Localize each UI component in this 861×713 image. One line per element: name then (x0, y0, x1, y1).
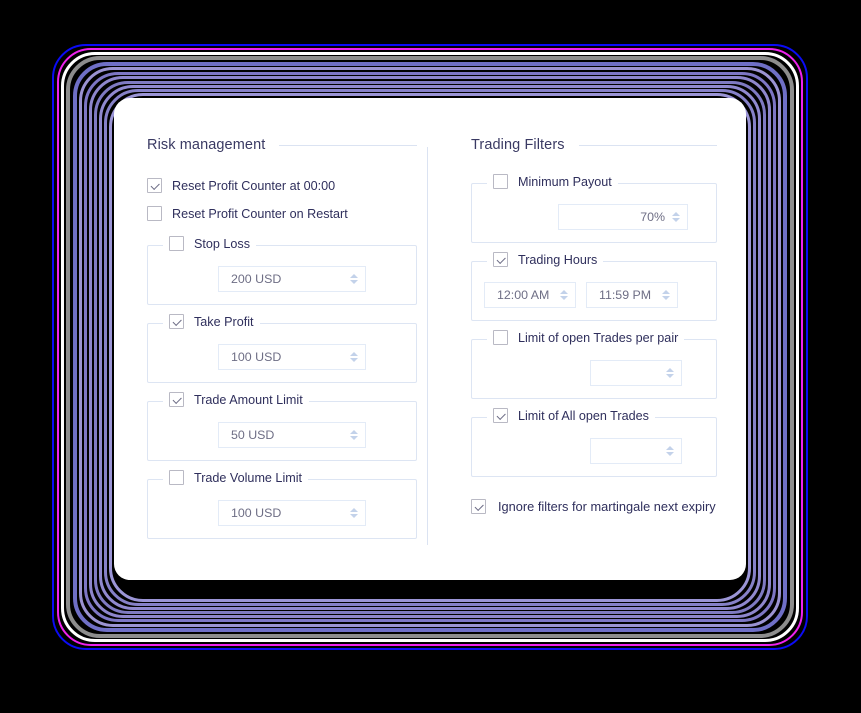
trading-hours-frame: 12:00 AM 11:59 PM (471, 261, 717, 321)
trade-amount-limit-spinbox[interactable]: 50 USD (218, 422, 366, 448)
reset-profit-counter-midnight-checkbox[interactable] (147, 178, 162, 193)
take-profit-value: 100 USD (231, 350, 282, 364)
minimum-payout-legend[interactable]: Minimum Payout (487, 174, 618, 189)
trade-volume-limit-checkbox[interactable] (169, 470, 184, 485)
stop-loss-checkbox[interactable] (169, 236, 184, 251)
take-profit-group: 100 USD Take Profit (147, 314, 417, 383)
trade-amount-limit-label: Trade Amount Limit (194, 392, 303, 407)
trading-hours-legend[interactable]: Trading Hours (487, 252, 604, 267)
stop-loss-group: 200 USD Stop Loss (147, 236, 417, 305)
trading-filters-header: Trading Filters (471, 132, 717, 158)
spinner-arrows-icon[interactable] (666, 446, 674, 456)
ignore-filters-row[interactable]: Ignore filters for martingale next expir… (471, 499, 717, 514)
reset-profit-counter-restart-checkbox[interactable] (147, 206, 162, 221)
spinner-arrows-icon[interactable] (350, 430, 358, 440)
stop-loss-legend[interactable]: Stop Loss (163, 236, 257, 251)
limit-per-pair-group: Limit of open Trades per pair (471, 330, 717, 399)
trading-hours-checkbox[interactable] (493, 252, 508, 267)
spinner-arrows-icon[interactable] (350, 352, 358, 362)
column-divider (427, 147, 428, 545)
limit-all-group: Limit of All open Trades (471, 408, 717, 477)
limit-all-label: Limit of All open Trades (518, 408, 649, 423)
trading-hours-to-spinbox[interactable]: 11:59 PM (586, 282, 678, 308)
trade-volume-limit-spinbox[interactable]: 100 USD (218, 500, 366, 526)
limit-all-spinbox[interactable] (590, 438, 682, 464)
take-profit-checkbox[interactable] (169, 314, 184, 329)
limit-all-legend[interactable]: Limit of All open Trades (487, 408, 655, 423)
take-profit-label: Take Profit (194, 314, 254, 329)
trade-volume-limit-group: 100 USD Trade Volume Limit (147, 470, 417, 539)
ignore-filters-checkbox[interactable] (471, 499, 486, 514)
minimum-payout-checkbox[interactable] (493, 174, 508, 189)
minimum-payout-label: Minimum Payout (518, 174, 612, 189)
spinner-arrows-icon[interactable] (350, 274, 358, 284)
stop-loss-value: 200 USD (231, 272, 282, 286)
risk-toggle-list: Reset Profit Counter at 00:00 Reset Prof… (147, 178, 417, 221)
spinner-arrows-icon[interactable] (350, 508, 358, 518)
trade-amount-limit-frame: 50 USD (147, 401, 417, 461)
take-profit-spinbox[interactable]: 100 USD (218, 344, 366, 370)
stop-loss-frame: 200 USD (147, 245, 417, 305)
minimum-payout-spinbox[interactable]: 70% (558, 204, 688, 230)
reset-profit-counter-restart-label: Reset Profit Counter on Restart (172, 206, 348, 221)
trading-filters-column: Trading Filters 70% Minimum Payout 12:00… (471, 132, 717, 514)
take-profit-frame: 100 USD (147, 323, 417, 383)
spinner-arrows-icon[interactable] (662, 290, 670, 300)
minimum-payout-value: 70% (640, 210, 665, 224)
take-profit-legend[interactable]: Take Profit (163, 314, 260, 329)
trade-amount-limit-legend[interactable]: Trade Amount Limit (163, 392, 309, 407)
reset-profit-counter-midnight-row[interactable]: Reset Profit Counter at 00:00 (147, 178, 417, 193)
limit-per-pair-label: Limit of open Trades per pair (518, 330, 679, 345)
limit-per-pair-spinbox[interactable] (590, 360, 682, 386)
minimum-payout-group: 70% Minimum Payout (471, 174, 717, 243)
header-rule (279, 144, 417, 146)
trade-volume-limit-value: 100 USD (231, 506, 282, 520)
limit-per-pair-legend[interactable]: Limit of open Trades per pair (487, 330, 685, 345)
trading-hours-from-value: 12:00 AM (497, 288, 550, 302)
trading-hours-row: 12:00 AM 11:59 PM (484, 282, 704, 308)
spinner-arrows-icon[interactable] (666, 368, 674, 378)
spinner-arrows-icon[interactable] (560, 290, 568, 300)
stop-loss-spinbox[interactable]: 200 USD (218, 266, 366, 292)
limit-per-pair-frame (471, 339, 717, 399)
trade-volume-limit-legend[interactable]: Trade Volume Limit (163, 470, 309, 485)
app-background: Risk management Reset Profit Counter at … (0, 0, 861, 713)
trade-amount-limit-group: 50 USD Trade Amount Limit (147, 392, 417, 461)
limit-all-checkbox[interactable] (493, 408, 508, 423)
risk-management-header: Risk management (147, 132, 417, 158)
trade-volume-limit-frame: 100 USD (147, 479, 417, 539)
limit-per-pair-checkbox[interactable] (493, 330, 508, 345)
header-rule (578, 144, 717, 146)
trading-hours-label: Trading Hours (518, 252, 598, 267)
minimum-payout-frame: 70% (471, 183, 717, 243)
risk-management-column: Risk management Reset Profit Counter at … (147, 132, 417, 539)
trading-hours-group: 12:00 AM 11:59 PM Trading Hours (471, 252, 717, 321)
ignore-filters-label: Ignore filters for martingale next expir… (498, 499, 716, 514)
trading-hours-to-value: 11:59 PM (599, 288, 652, 302)
stop-loss-label: Stop Loss (194, 236, 251, 251)
page-title: Risk management (147, 137, 266, 153)
spinner-arrows-icon[interactable] (672, 212, 680, 222)
trade-amount-limit-value: 50 USD (231, 428, 275, 442)
trade-amount-limit-checkbox[interactable] (169, 392, 184, 407)
reset-profit-counter-midnight-label: Reset Profit Counter at 00:00 (172, 178, 336, 193)
reset-profit-counter-restart-row[interactable]: Reset Profit Counter on Restart (147, 206, 417, 221)
trading-hours-from-spinbox[interactable]: 12:00 AM (484, 282, 576, 308)
limit-all-frame (471, 417, 717, 477)
trading-filters-title: Trading Filters (471, 137, 565, 153)
trade-volume-limit-label: Trade Volume Limit (194, 470, 303, 485)
